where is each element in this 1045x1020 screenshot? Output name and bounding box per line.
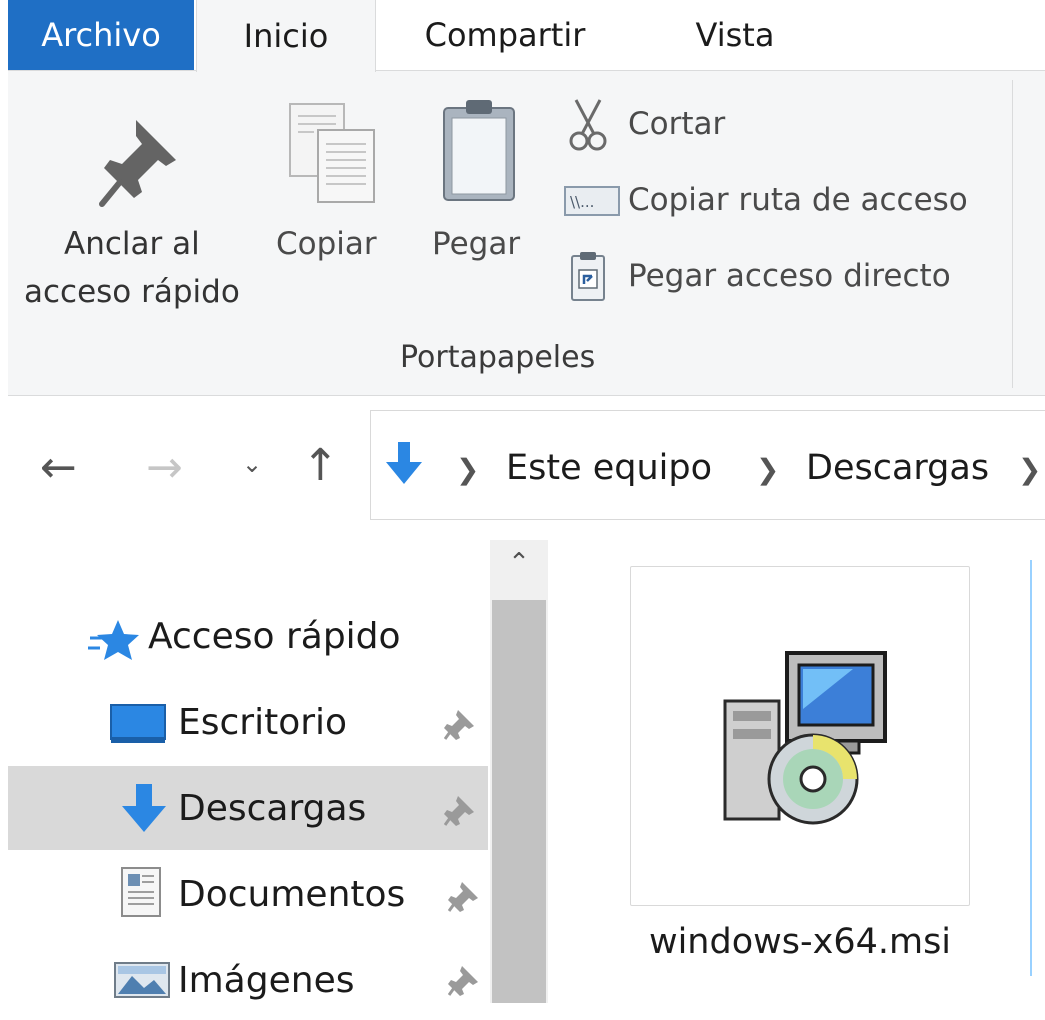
download-arrow-icon — [122, 784, 166, 832]
quick-access-label[interactable]: Acceso rápido — [148, 616, 401, 657]
nav-item-escritorio[interactable]: Escritorio — [8, 682, 488, 766]
pushpin-icon — [99, 120, 176, 207]
pin-label-line1: Anclar al — [64, 226, 200, 262]
pin-icon[interactable] — [444, 708, 476, 740]
breadcrumb-separator-icon: ❯ — [456, 453, 480, 486]
paste-label: Pegar — [432, 226, 521, 262]
file-item-windows-x64-msi[interactable] — [630, 566, 970, 906]
pictures-icon — [114, 962, 170, 998]
ribbon-group-separator — [1012, 80, 1013, 388]
nav-item-label: Descargas — [178, 788, 367, 829]
pin-quick-access-button[interactable]: Anclar al acceso rápido — [20, 96, 260, 326]
nav-item-descargas[interactable]: Descargas — [8, 766, 488, 850]
paste-shortcut-label: Pegar acceso directo — [628, 258, 951, 294]
tab-archivo[interactable]: Archivo — [8, 0, 194, 70]
paste-shortcut-icon — [571, 252, 605, 301]
tab-inicio[interactable]: Inicio — [196, 0, 376, 72]
up-arrow-icon[interactable]: ↑ — [302, 444, 339, 488]
msi-installer-icon — [723, 651, 887, 825]
paste-shortcut-button[interactable]: Pegar acceso directo — [560, 250, 980, 306]
breadcrumb-descargas[interactable]: Descargas — [806, 448, 989, 488]
copy-pages-icon — [289, 103, 375, 203]
file-name-label[interactable]: windows-x64.msi — [600, 922, 1000, 962]
back-arrow-icon[interactable]: ← — [40, 446, 77, 490]
copy-path-icon: \\... — [564, 186, 620, 216]
nav-item-documentos[interactable]: Documentos — [8, 852, 488, 936]
ribbon-tab-bar: Archivo Inicio Compartir Vista — [0, 0, 1045, 72]
nav-item-label: Documentos — [178, 874, 406, 915]
cut-button[interactable]: Cortar — [560, 98, 760, 154]
scissors-icon — [569, 99, 607, 151]
clipboard-paste-icon — [443, 100, 515, 201]
adjacent-file-item-edge[interactable] — [1030, 560, 1045, 976]
copy-path-button[interactable]: \\... Copiar ruta de acceso — [560, 174, 1000, 230]
pin-icon[interactable] — [444, 794, 476, 826]
tab-compartir[interactable]: Compartir — [400, 0, 610, 70]
copy-label: Copiar — [276, 226, 377, 262]
copy-button[interactable]: Copiar — [268, 96, 394, 296]
nav-pane-scrollbar-thumb[interactable] — [492, 600, 546, 1003]
pin-icon[interactable] — [448, 964, 480, 996]
breadcrumb-separator-icon: ❯ — [1018, 453, 1042, 486]
downloads-location-icon — [386, 442, 422, 484]
nav-item-imagenes[interactable]: Imágenes — [8, 936, 488, 1020]
paste-button[interactable]: Pegar — [424, 96, 534, 296]
cut-label: Cortar — [628, 106, 726, 142]
quick-access-star-icon — [88, 620, 139, 660]
document-icon — [121, 867, 161, 917]
clipboard-group-label: Portapapeles — [400, 340, 596, 375]
pin-label-line2: acceso rápido — [24, 274, 240, 310]
nav-item-label: Escritorio — [178, 702, 348, 743]
pin-icon[interactable] — [448, 880, 480, 912]
scroll-up-chevron-icon[interactable]: ⌃ — [490, 548, 548, 598]
svg-text:\\...: \\... — [570, 193, 594, 211]
breadcrumb-este-equipo[interactable]: Este equipo — [506, 448, 712, 488]
copy-path-label: Copiar ruta de acceso — [628, 182, 968, 218]
recent-locations-chevron-icon[interactable]: ⌄ — [242, 452, 262, 476]
forward-arrow-icon[interactable]: → — [146, 446, 183, 490]
desktop-icon — [110, 704, 166, 743]
breadcrumb-separator-icon: ❯ — [756, 453, 780, 486]
nav-item-label: Imágenes — [178, 960, 355, 1001]
tab-vista[interactable]: Vista — [660, 0, 810, 70]
